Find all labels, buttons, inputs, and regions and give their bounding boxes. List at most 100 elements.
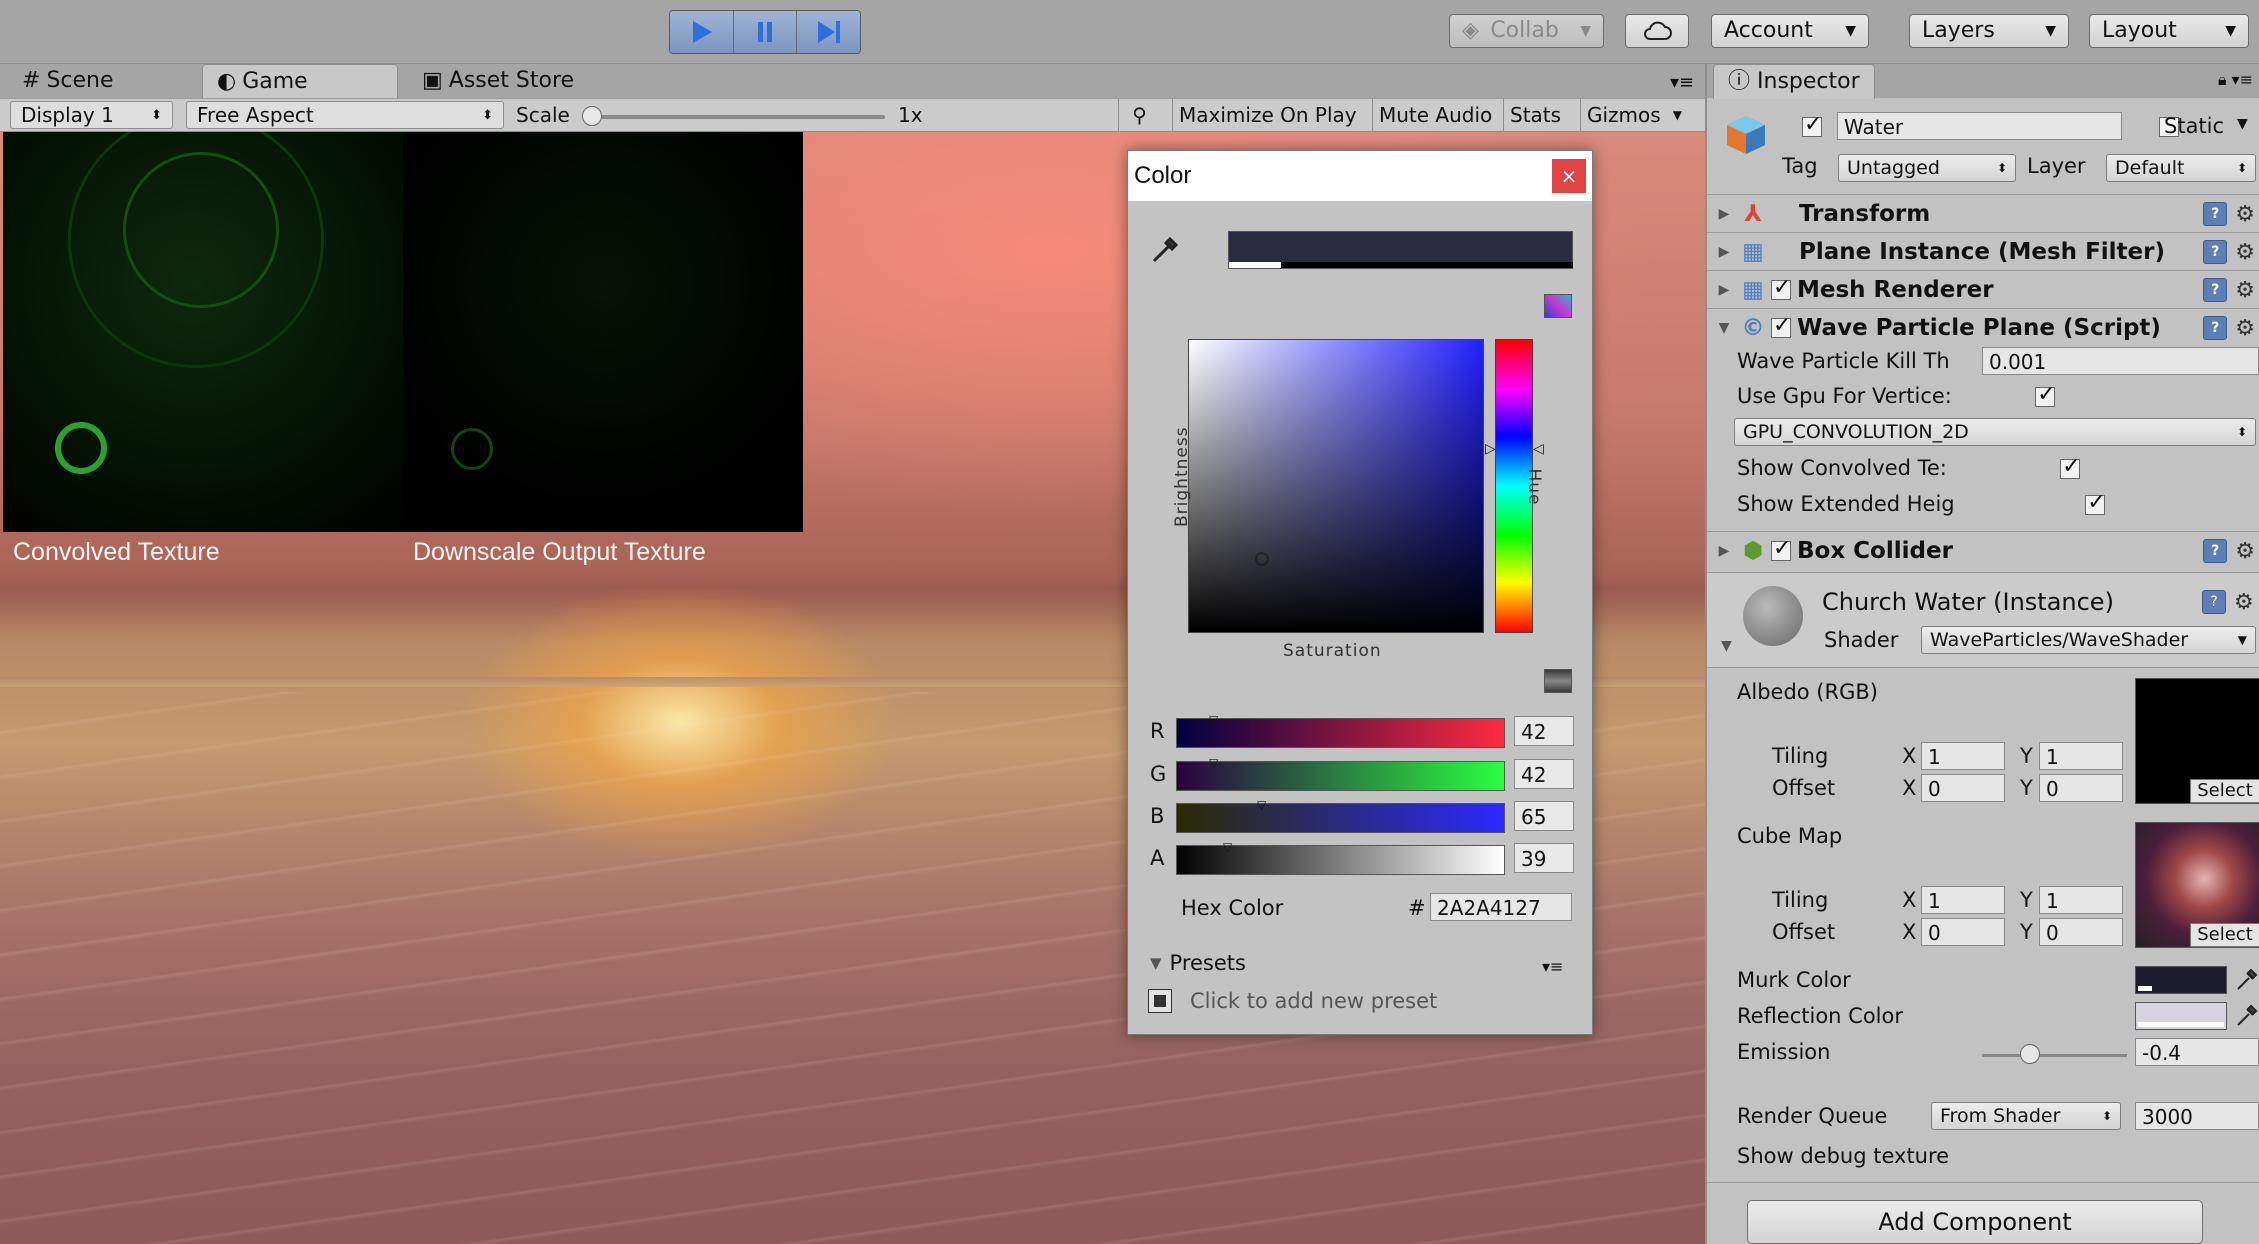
help-icon[interactable]: ? <box>2203 202 2228 226</box>
layers-dropdown[interactable]: Layers ▼ <box>1909 14 2069 48</box>
hue-marker-right[interactable]: ◁ <box>1533 441 1544 457</box>
help-icon[interactable]: ? <box>2203 278 2228 302</box>
layer-dropdown[interactable]: Default ⬍ <box>2106 154 2256 182</box>
albedo-tiling-x[interactable]: 1 <box>1921 742 2005 770</box>
render-queue-field[interactable]: 3000 <box>2135 1102 2259 1130</box>
aspect-dropdown[interactable]: Free Aspect ⬍ <box>186 101 504 129</box>
murk-color-swatch[interactable] <box>2135 966 2227 994</box>
account-dropdown[interactable]: Account ▼ <box>1711 14 1869 48</box>
alpha-value-field[interactable]: 39 <box>1514 843 1574 873</box>
component-box-collider[interactable]: ▶ ⬢ Box Collider ? ⚙ <box>1707 531 2259 570</box>
close-button[interactable]: × <box>1552 159 1586 193</box>
cube-tiling-y[interactable]: 1 <box>2039 886 2123 914</box>
albedo-select-button[interactable]: Select <box>2190 779 2259 803</box>
saturation-brightness-field[interactable] <box>1188 339 1484 633</box>
emission-slider-knob[interactable] <box>2020 1044 2040 1064</box>
emission-field[interactable]: -0.4 <box>2135 1038 2259 1066</box>
kill-threshold-field[interactable]: 0.001 <box>1982 347 2259 375</box>
component-enabled-checkbox[interactable] <box>1771 275 1791 300</box>
alpha-slider[interactable]: ▽ <box>1176 840 1505 875</box>
slider-mode-icon[interactable] <box>1544 669 1572 693</box>
presets-foldout[interactable]: ▼ Presets <box>1150 951 1246 975</box>
eyedropper-button[interactable] <box>1148 231 1184 271</box>
object-name-field[interactable]: Water <box>1837 112 2122 140</box>
gear-icon[interactable]: ⚙ <box>2235 316 2255 341</box>
cloud-button[interactable] <box>1625 14 1689 48</box>
add-preset-icon[interactable] <box>1148 989 1172 1013</box>
stats-button[interactable]: Stats <box>1503 98 1567 132</box>
gear-icon[interactable]: ⚙ <box>2235 278 2255 303</box>
component-mesh-filter[interactable]: ▶ ▦ Plane Instance (Mesh Filter) ? ⚙ <box>1707 232 2259 271</box>
cube-tiling-x[interactable]: 1 <box>1921 886 2005 914</box>
tab-asset-store[interactable]: ▣ Asset Store <box>408 64 588 98</box>
component-enabled-checkbox[interactable] <box>1771 536 1791 561</box>
panel-menu-icon[interactable]: ▾≡ <box>1670 72 1694 93</box>
shader-dropdown[interactable]: WaveParticles/WaveShader ▼ <box>1921 626 2256 654</box>
hue-marker-left[interactable]: ▷ <box>1485 441 1496 457</box>
add-component-button[interactable]: Add Component <box>1747 1200 2203 1244</box>
tab-inspector[interactable]: ⓘ Inspector <box>1713 64 1875 99</box>
albedo-tiling-y[interactable]: 1 <box>2039 742 2123 770</box>
eyedropper-icon[interactable] <box>2235 1002 2259 1033</box>
cube-offset-x[interactable]: 0 <box>1921 918 2005 946</box>
tab-game[interactable]: ◐ Game <box>202 64 398 98</box>
blue-value-field[interactable]: 65 <box>1514 801 1574 831</box>
pause-button[interactable] <box>733 11 798 53</box>
green-slider-knob[interactable]: ▽ <box>1209 756 1218 770</box>
help-icon[interactable]: ? <box>2203 240 2228 264</box>
gear-icon[interactable]: ⚙ <box>2235 539 2255 564</box>
green-slider[interactable]: ▽ <box>1176 756 1505 791</box>
gear-icon[interactable]: ⚙ <box>2235 240 2255 265</box>
presets-menu-icon[interactable]: ▾≡ <box>1542 957 1563 976</box>
eyedropper-icon[interactable] <box>2235 966 2259 997</box>
chevron-down-icon[interactable]: ▼ <box>2237 116 2248 132</box>
foldout-down-icon[interactable]: ▼ <box>1721 638 1732 654</box>
cube-map-select-button[interactable]: Select <box>2190 923 2259 947</box>
help-icon[interactable]: ? <box>2202 590 2226 614</box>
gear-icon[interactable]: ⚙ <box>2234 590 2254 615</box>
component-wave-script[interactable]: ▼ © Wave Particle Plane (Script) ? ⚙ <box>1707 308 2259 347</box>
cube-offset-y[interactable]: 0 <box>2039 918 2123 946</box>
emission-slider-track[interactable] <box>1982 1054 2127 1057</box>
albedo-offset-y[interactable]: 0 <box>2039 774 2123 802</box>
layout-dropdown[interactable]: Layout ▼ <box>2089 14 2249 48</box>
collab-button[interactable]: ◈ Collab ▼ <box>1449 14 1604 48</box>
add-preset-text[interactable]: Click to add new preset <box>1190 989 1437 1013</box>
play-button[interactable] <box>670 11 734 53</box>
step-button[interactable] <box>797 11 860 53</box>
cube-map-slot[interactable]: Select <box>2135 822 2259 948</box>
reflection-color-swatch[interactable] <box>2135 1002 2227 1030</box>
show-extended-checkbox[interactable] <box>2085 490 2106 515</box>
red-slider-knob[interactable]: ▽ <box>1209 713 1218 727</box>
color-mode-icon[interactable] <box>1544 294 1572 318</box>
show-convolved-checkbox[interactable] <box>2060 454 2081 479</box>
blue-slider[interactable]: ▽ <box>1176 798 1505 833</box>
red-slider[interactable]: ▽ <box>1176 713 1505 748</box>
gear-icon[interactable]: ⚙ <box>2235 202 2255 227</box>
lock-icon[interactable]: 🔒︎ ▾≡ <box>2218 70 2253 90</box>
hex-color-input[interactable]: 2A2A4127 <box>1430 893 1572 921</box>
scale-slider-track[interactable] <box>590 115 885 119</box>
display-dropdown[interactable]: Display 1 ⬍ <box>10 101 173 129</box>
component-transform[interactable]: ▶ ⅄ Transform ? ⚙ <box>1707 194 2259 233</box>
help-icon[interactable]: ? <box>2203 316 2228 340</box>
active-checkbox[interactable] <box>1802 112 1822 137</box>
maximize-on-play-button[interactable]: Maximize On Play <box>1172 98 1363 132</box>
sv-cursor[interactable] <box>1255 552 1269 566</box>
render-queue-dropdown[interactable]: From Shader ⬍ <box>1931 1102 2121 1130</box>
help-icon[interactable]: ? <box>2203 539 2228 563</box>
albedo-offset-x[interactable]: 0 <box>1921 774 2005 802</box>
green-value-field[interactable]: 42 <box>1514 759 1574 789</box>
red-value-field[interactable]: 42 <box>1514 716 1574 746</box>
convolution-mode-dropdown[interactable]: GPU_CONVOLUTION_2D ⬍ <box>1734 418 2256 446</box>
scale-slider-knob[interactable] <box>582 106 602 126</box>
alpha-slider-knob[interactable]: ▽ <box>1223 840 1232 854</box>
mute-audio-button[interactable]: Mute Audio <box>1372 98 1498 132</box>
gpu-vertices-checkbox[interactable] <box>2035 382 2056 407</box>
tab-scene[interactable]: # Scene <box>8 64 128 98</box>
tag-dropdown[interactable]: Untagged ⬍ <box>1838 154 2016 182</box>
audio-listener-button[interactable]: ⚲ <box>1118 98 1160 132</box>
albedo-texture-slot[interactable]: Select <box>2135 678 2259 804</box>
blue-slider-knob[interactable]: ▽ <box>1257 798 1266 812</box>
gizmos-dropdown[interactable]: Gizmos ▼ <box>1580 98 1694 132</box>
